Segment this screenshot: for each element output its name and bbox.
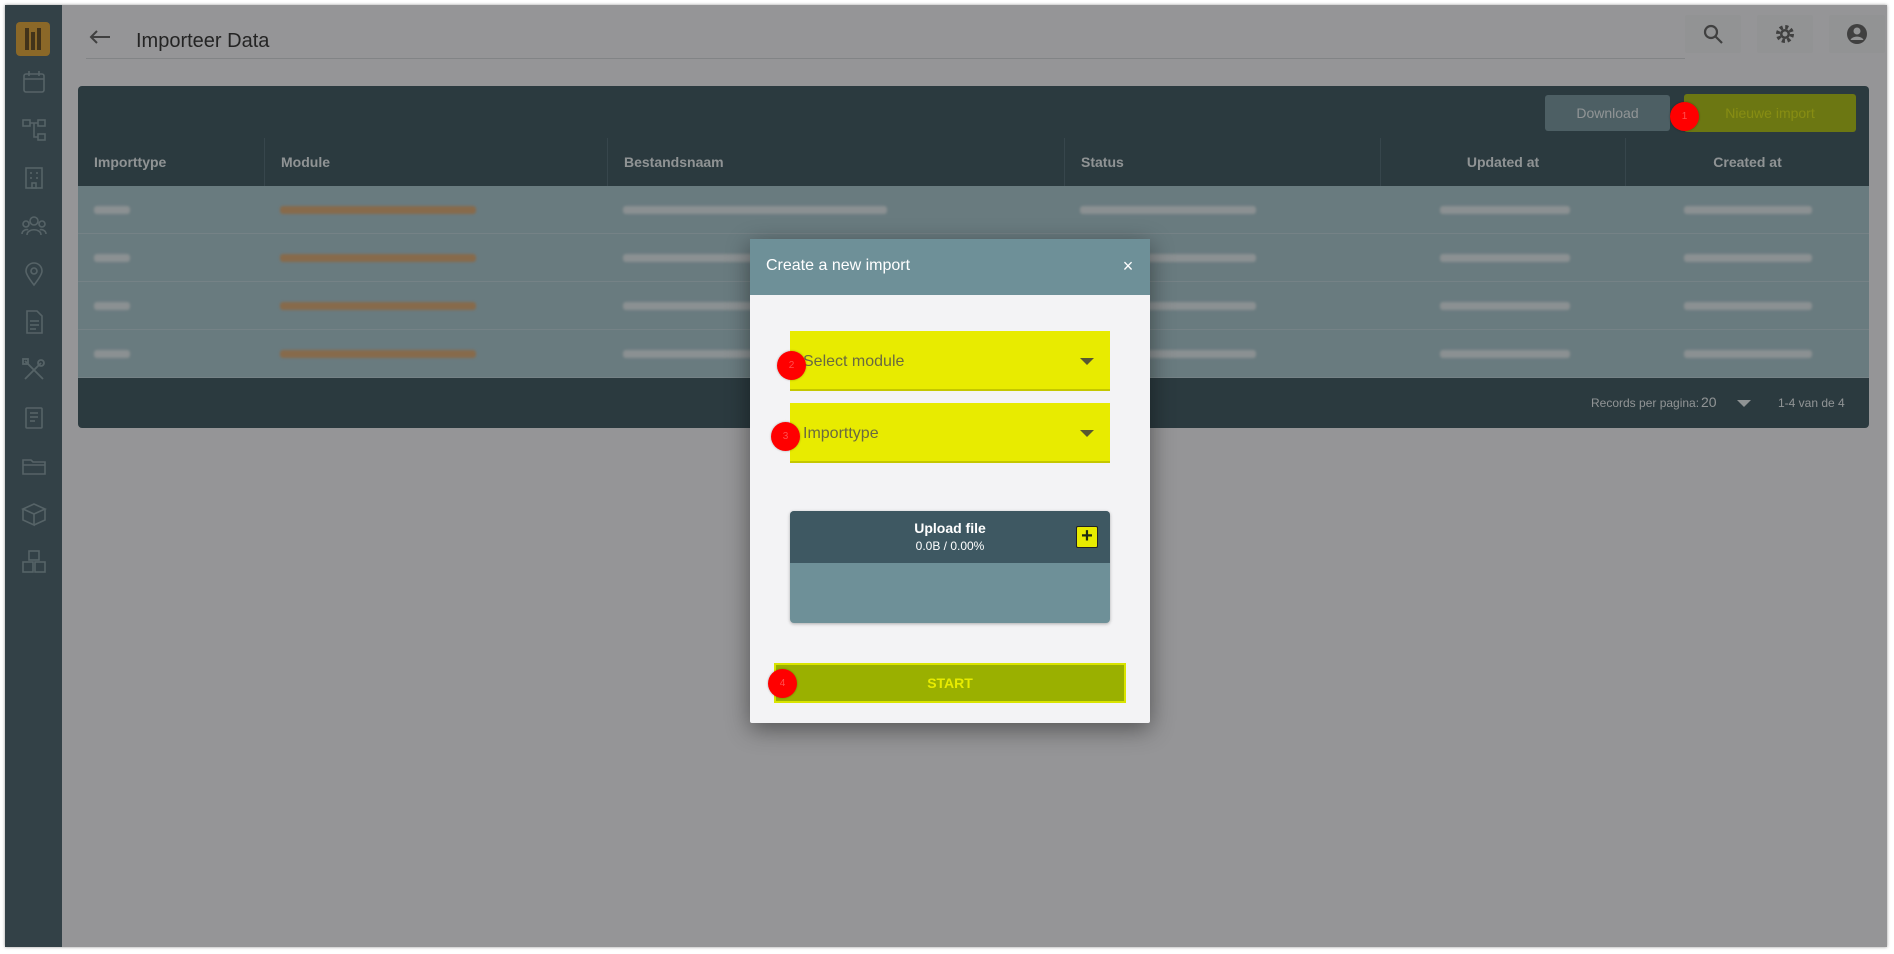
annotation-marker-2: 2	[777, 351, 806, 380]
create-import-dialog: Create a new import × Select module 2 Im…	[750, 239, 1150, 723]
file-upload-area[interactable]: Upload file 0.0B / 0.00% +	[790, 511, 1110, 623]
start-button[interactable]: START	[774, 663, 1126, 703]
app-window: Importeer Data Download Nieuwe import Im…	[5, 5, 1887, 947]
upload-title: Upload file	[914, 520, 986, 536]
chevron-down-icon	[1080, 358, 1094, 365]
annotation-marker-1: 1	[1670, 102, 1699, 131]
plus-icon[interactable]: +	[1076, 526, 1098, 548]
module-select[interactable]: Select module	[790, 331, 1110, 391]
upload-progress: 0.0B / 0.00%	[915, 539, 985, 553]
annotation-marker-4: 4	[768, 669, 797, 698]
dialog-header: Create a new import ×	[750, 239, 1150, 295]
dialog-title: Create a new import	[766, 257, 911, 274]
close-icon[interactable]: ×	[1118, 256, 1138, 276]
module-select-placeholder: Select module	[803, 353, 905, 370]
upload-header: Upload file 0.0B / 0.00% +	[790, 511, 1110, 563]
annotation-marker-3: 3	[771, 422, 800, 451]
importtype-select[interactable]: Importtype	[790, 403, 1110, 463]
importtype-select-placeholder: Importtype	[803, 425, 879, 442]
chevron-down-icon	[1080, 430, 1094, 437]
